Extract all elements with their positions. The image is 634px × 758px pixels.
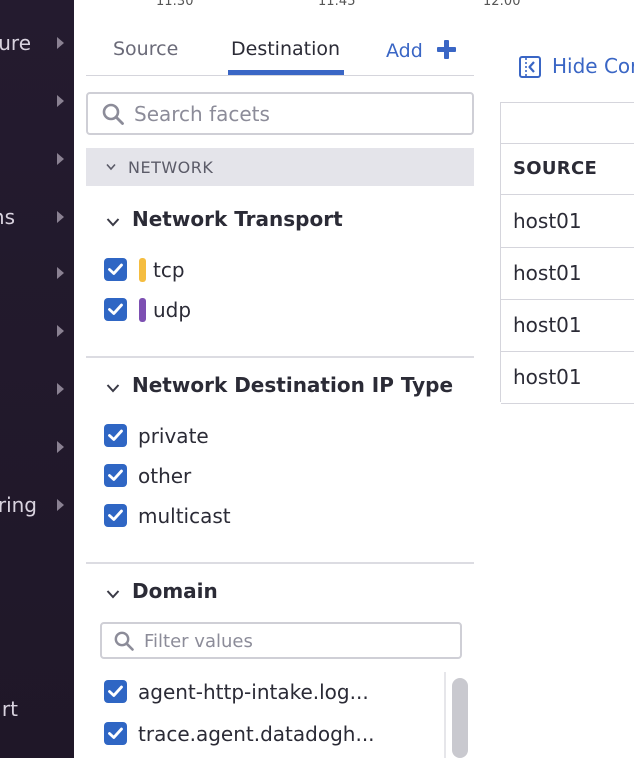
results-table: SOURCE host01 host01 host01 host01 [500, 102, 634, 404]
facet-value-row[interactable]: other [104, 462, 464, 490]
nav-item-label: rt [1, 697, 18, 721]
check-icon [108, 429, 123, 441]
caret-right-icon [57, 95, 64, 107]
nav-item-6[interactable] [0, 316, 74, 346]
check-icon [108, 303, 123, 315]
nav-item-2[interactable] [0, 86, 74, 116]
checkbox[interactable] [104, 424, 127, 447]
check-icon [108, 727, 123, 739]
search-facets-field[interactable] [86, 92, 474, 135]
chevron-down-icon[interactable] [106, 215, 120, 229]
nav-item-4[interactable]: ns [0, 202, 74, 232]
facet-value-row[interactable]: private [104, 422, 464, 450]
facet-panel: Source Destination Add NETWORK Network T… [86, 0, 474, 758]
hide-controls-label: Hide Cor [552, 54, 634, 78]
checkbox[interactable] [104, 504, 127, 527]
timeline-tick: 12:00 [483, 0, 521, 9]
checkbox[interactable] [104, 298, 127, 321]
table-row[interactable]: host01 [501, 196, 634, 248]
tab-source[interactable]: Source [113, 38, 178, 60]
table-header[interactable]: SOURCE [501, 143, 634, 195]
nav-item-label: ns [0, 205, 15, 229]
facet-group-header[interactable]: NETWORK [86, 148, 474, 186]
tab-destination[interactable]: Destination [231, 38, 340, 60]
check-icon [108, 509, 123, 521]
nav-item-3[interactable] [0, 144, 74, 174]
search-input[interactable] [134, 100, 454, 128]
facet-value-label: agent-http-intake.log... [138, 680, 369, 704]
facet-value-label: trace.agent.datadogh... [138, 722, 375, 746]
table-row[interactable]: host01 [501, 300, 634, 352]
nav-item-infrastructure[interactable]: ure [0, 28, 74, 58]
check-icon [108, 469, 123, 481]
facet-value-label: tcp [153, 258, 185, 282]
caret-right-icon [57, 441, 64, 453]
facet-tabs: Source Destination Add [86, 30, 474, 76]
collapse-panel-icon [519, 56, 541, 78]
chevron-down-icon[interactable] [106, 381, 120, 395]
section-divider [86, 562, 474, 564]
facet-section-title[interactable]: Network Destination IP Type [132, 373, 453, 397]
nav-item-8[interactable] [0, 432, 74, 462]
nav-item-7[interactable] [0, 374, 74, 404]
caret-right-icon [57, 37, 64, 49]
side-navigation: ure ns ring rt [0, 0, 74, 758]
facet-value-label: other [138, 464, 192, 488]
plus-icon[interactable] [436, 38, 458, 60]
filter-values-input[interactable] [144, 629, 444, 653]
facet-value-row[interactable]: agent-http-intake.log... [104, 678, 464, 706]
checkbox[interactable] [104, 464, 127, 487]
nav-item-monitoring[interactable]: ring [0, 490, 74, 520]
table-cell: host01 [513, 313, 582, 337]
caret-right-icon [57, 383, 64, 395]
scroll-track [444, 672, 446, 758]
section-divider [86, 356, 474, 358]
checkbox[interactable] [104, 680, 127, 703]
check-icon [108, 263, 123, 275]
active-tab-indicator [228, 70, 344, 75]
facet-group-label: NETWORK [128, 158, 214, 177]
caret-right-icon [57, 267, 64, 279]
table-cell: host01 [513, 261, 582, 285]
facet-section-title[interactable]: Domain [132, 579, 218, 603]
color-swatch [139, 258, 146, 282]
facet-value-row[interactable]: multicast [104, 502, 464, 530]
checkbox[interactable] [104, 722, 127, 745]
table-row[interactable]: host01 [501, 248, 634, 300]
table-row[interactable]: host01 [501, 352, 634, 404]
chevron-down-icon [106, 163, 116, 171]
scrollbar-thumb[interactable] [452, 678, 468, 758]
checkbox[interactable] [104, 258, 127, 281]
add-facet-button[interactable]: Add [386, 40, 423, 62]
nav-item-label: ure [0, 31, 31, 55]
facet-value-label: private [138, 424, 209, 448]
caret-right-icon [57, 153, 64, 165]
facet-section-title[interactable]: Network Transport [132, 207, 343, 231]
search-icon [102, 103, 124, 125]
caret-right-icon [57, 325, 64, 337]
nav-item-5[interactable] [0, 258, 74, 288]
caret-right-icon [57, 211, 64, 223]
search-icon [114, 631, 134, 651]
column-header-source: SOURCE [513, 158, 598, 179]
chevron-down-icon[interactable] [106, 587, 120, 601]
table-cell: host01 [513, 365, 582, 389]
facet-value-row[interactable]: trace.agent.datadogh... [104, 720, 464, 748]
caret-right-icon [57, 499, 64, 511]
facet-value-label: multicast [138, 504, 231, 528]
nav-item-support[interactable]: rt [0, 694, 74, 724]
check-icon [108, 685, 123, 697]
facet-value-label: udp [153, 298, 192, 322]
nav-item-label: ring [0, 493, 37, 517]
filter-values-field[interactable] [100, 622, 462, 659]
color-swatch [139, 298, 146, 322]
facet-value-row[interactable]: tcp [104, 256, 464, 284]
facet-value-row[interactable]: udp [104, 296, 464, 324]
table-cell: host01 [513, 209, 582, 233]
